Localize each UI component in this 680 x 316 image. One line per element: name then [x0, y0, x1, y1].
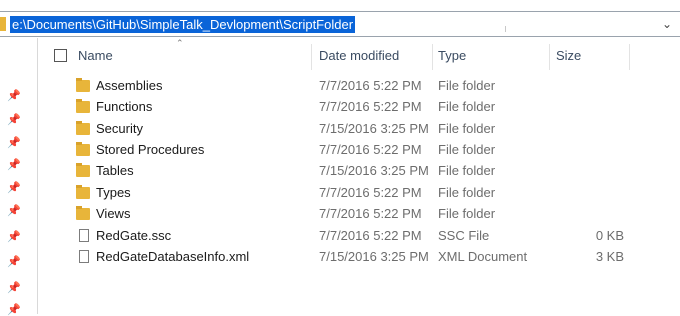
file-row[interactable]: Functions 7/7/2016 5:22 PM File folder [38, 97, 680, 118]
divider [505, 26, 506, 32]
file-name: Security [96, 121, 143, 136]
address-bar[interactable]: e:\Documents\GitHub\SimpleTalk_Devlopmen… [0, 11, 680, 37]
sort-ascending-icon: ⌃ [176, 38, 184, 48]
file-date: 7/15/2016 3:25 PM [319, 249, 429, 264]
file-size: 0 KB [595, 228, 624, 243]
file-row[interactable]: Security 7/15/2016 3:25 PM File folder [38, 119, 680, 140]
file-name: Types [96, 185, 131, 200]
file-date: 7/7/2016 5:22 PM [319, 78, 422, 93]
file-row[interactable]: Assemblies 7/7/2016 5:22 PM File folder [38, 76, 680, 97]
file-date: 7/15/2016 3:25 PM [319, 163, 429, 178]
column-separator[interactable] [432, 44, 433, 70]
file-row[interactable]: RedGate.ssc 7/7/2016 5:22 PM SSC File 0 … [38, 226, 680, 247]
file-icon [79, 250, 89, 263]
file-date: 7/7/2016 5:22 PM [319, 99, 422, 114]
folder-icon [76, 163, 90, 177]
file-type: File folder [438, 121, 496, 136]
file-row[interactable]: Stored Procedures 7/7/2016 5:22 PM File … [38, 140, 680, 161]
file-row[interactable]: Tables 7/15/2016 3:25 PM File folder [38, 161, 680, 182]
file-row[interactable]: Types 7/7/2016 5:22 PM File folder [38, 183, 680, 204]
pin-icon[interactable]: 📌 [7, 282, 21, 294]
navigation-pane[interactable]: 📌 📌 📌 📌 📌 📌 📌 📌 📌 📌 [0, 38, 38, 316]
file-type: XML Document [438, 249, 528, 264]
file-date: 7/7/2016 5:22 PM [319, 228, 422, 243]
file-name: RedGateDatabaseInfo.xml [96, 249, 250, 264]
file-date: 7/7/2016 5:22 PM [319, 185, 422, 200]
file-name: RedGate.ssc [96, 228, 172, 243]
folder-icon [76, 185, 90, 199]
file-type: File folder [438, 142, 496, 157]
file-type: File folder [438, 163, 496, 178]
file-name: Views [96, 206, 131, 221]
pin-icon[interactable]: 📌 [7, 159, 21, 171]
file-type: SSC File [438, 228, 490, 243]
pin-icon[interactable]: 📌 [7, 231, 21, 243]
pin-icon[interactable]: 📌 [7, 182, 21, 194]
select-all-checkbox[interactable] [54, 49, 67, 62]
file-name: Tables [96, 163, 134, 178]
file-row[interactable]: Views 7/7/2016 5:22 PM File folder [38, 204, 680, 225]
column-header-size[interactable]: Size [556, 44, 581, 68]
pin-icon[interactable]: 📌 [7, 205, 21, 217]
file-type: File folder [438, 206, 496, 221]
pin-icon[interactable]: 📌 [7, 256, 21, 268]
file-type: File folder [438, 78, 496, 93]
column-separator[interactable] [629, 44, 630, 70]
chevron-down-icon[interactable]: ⌄ [660, 16, 674, 32]
column-separator[interactable] [549, 44, 550, 70]
column-header-type[interactable]: Type [438, 44, 466, 68]
folder-icon [76, 121, 90, 135]
pin-icon[interactable]: 📌 [7, 114, 21, 126]
file-date: 7/7/2016 5:22 PM [319, 206, 422, 221]
pin-icon[interactable]: 📌 [7, 90, 21, 102]
folder-icon [76, 78, 90, 92]
file-row[interactable]: RedGateDatabaseInfo.xml 7/15/2016 3:25 P… [38, 247, 680, 268]
folder-icon [76, 99, 90, 113]
address-path-input[interactable]: e:\Documents\GitHub\SimpleTalk_Devlopmen… [10, 16, 356, 33]
column-header-name[interactable]: Name [78, 44, 113, 68]
pin-icon[interactable]: 📌 [7, 304, 21, 316]
file-name: Assemblies [96, 78, 163, 93]
file-date: 7/15/2016 3:25 PM [319, 121, 429, 136]
folder-icon [76, 142, 90, 156]
file-size: 3 KB [595, 249, 624, 264]
file-name: Functions [96, 99, 153, 114]
file-icon [79, 229, 89, 242]
file-name: Stored Procedures [96, 142, 205, 157]
column-separator[interactable] [311, 44, 312, 70]
folder-icon [0, 17, 6, 31]
file-date: 7/7/2016 5:22 PM [319, 142, 422, 157]
file-type: File folder [438, 185, 496, 200]
column-header-date[interactable]: Date modified [319, 44, 399, 68]
file-type: File folder [438, 99, 496, 114]
folder-icon [76, 206, 90, 220]
pin-icon[interactable]: 📌 [7, 137, 21, 149]
